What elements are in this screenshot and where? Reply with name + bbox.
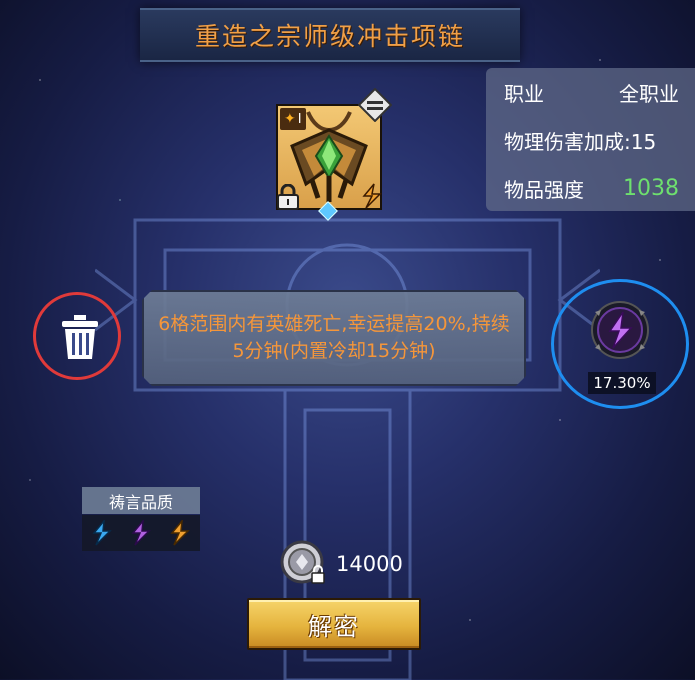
blue-rune-icon [92, 520, 112, 546]
item-title: 重造之宗师级冲击项链 [194, 22, 465, 51]
tier-label: I [297, 111, 302, 127]
silver-coin-lock-icon [280, 540, 325, 584]
lock-icon[interactable] [276, 184, 300, 210]
tier-badge: ✦ I [280, 108, 306, 130]
quality-title: 祷言品质 [82, 487, 200, 514]
stat-row-item-power: 物品强度 1038 [504, 174, 679, 203]
stat-row-class: 职业 全职业 [504, 78, 679, 107]
stat-row-physical-damage: 物理伤害加成:15 [504, 126, 679, 155]
gold-rune-icon [170, 520, 191, 546]
rune-orb-zone[interactable]: 17.30% [551, 279, 689, 409]
orb-percent: 17.30% [588, 372, 656, 394]
trash-icon[interactable] [60, 313, 100, 361]
stat-label: 物品强度 [504, 178, 584, 202]
effect-description-box: 6格范围内有英雄死亡,幸运提高20%,持续5分钟(内置冷却15分钟) [142, 290, 526, 386]
item-slot[interactable]: ✦ I [276, 88, 392, 221]
stat-label: 物理伤害加成:15 [504, 130, 657, 154]
stat-value: 全职业 [619, 82, 679, 106]
rune-icon [362, 183, 382, 209]
decrypt-cost: 14000 [280, 540, 420, 588]
effect-description: 6格范围内有英雄死亡,幸运提高20%,持续5分钟(内置冷却15分钟) [158, 313, 510, 362]
purple-rune-orb-icon[interactable] [590, 300, 650, 360]
decrypt-button-label: 解密 [308, 612, 360, 641]
quality-runes [82, 515, 200, 551]
cost-amount: 14000 [336, 552, 403, 576]
item-power-value: 1038 [623, 176, 679, 201]
title-banner: 重造之宗师级冲击项链 [140, 8, 520, 62]
stat-label: 职业 [504, 82, 544, 106]
decrypt-button[interactable]: 解密 [247, 598, 421, 650]
purple-rune-icon [131, 520, 151, 546]
stats-panel: 职业 全职业 物理伤害加成:15 物品强度 1038 [486, 68, 695, 211]
prayer-quality-panel: 祷言品质 [82, 487, 200, 551]
star-icon: ✦ [284, 111, 296, 127]
equal-compare-icon[interactable] [358, 88, 392, 122]
trash-drop-zone[interactable] [33, 292, 121, 380]
